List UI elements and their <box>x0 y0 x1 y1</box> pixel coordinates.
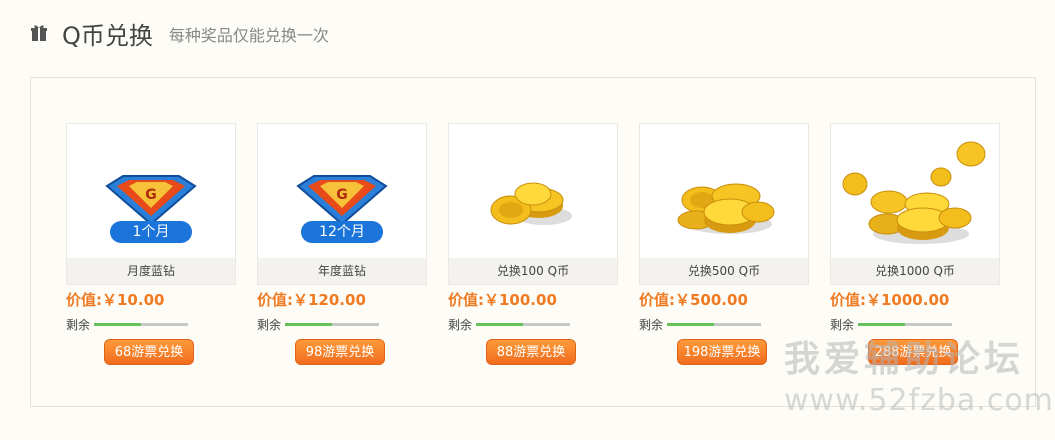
page-title: Q币兑换 <box>62 21 153 50</box>
remaining-row: 剩余 <box>66 315 236 333</box>
duration-badge: 1个月 <box>132 224 170 240</box>
remaining-label: 剩余 <box>257 317 282 332</box>
remaining-label: 剩余 <box>639 317 664 332</box>
reward-thumbnail[interactable]: G 12个月 年度蓝钻 <box>257 123 427 285</box>
remaining-progress-fill <box>285 322 333 326</box>
gift-icon <box>31 25 47 41</box>
remaining-progress <box>667 322 762 326</box>
reward-price: 价值:￥120.00 <box>257 291 366 309</box>
reward-name: 兑换500 Q币 <box>640 258 808 284</box>
reward-card: 兑换1000 Q币 价值:￥1000.00 剩余 288游票兑换 <box>830 123 1000 365</box>
remaining-progress <box>285 322 380 326</box>
reward-card: 兑换500 Q币 价值:￥500.00 剩余 198游票兑换 <box>639 123 809 365</box>
svg-text:G: G <box>145 187 157 203</box>
duration-badge: 12个月 <box>319 224 365 240</box>
reward-card: G 12个月 年度蓝钻 价值:￥120.00 剩余 98游票兑换 <box>257 123 427 365</box>
reward-name: 兑换1000 Q币 <box>831 258 999 284</box>
redeem-button[interactable]: 88游票兑换 <box>486 339 576 365</box>
remaining-row: 剩余 <box>448 315 618 333</box>
page-subtitle: 每种奖品仅能兑换一次 <box>168 26 329 45</box>
remaining-progress-fill <box>858 322 906 326</box>
remaining-progress-fill <box>667 322 715 326</box>
reward-price: 价值:￥500.00 <box>639 291 748 309</box>
watermark-title: 我爱辅助论坛 <box>784 339 1025 380</box>
reward-thumbnail[interactable]: 兑换100 Q币 <box>448 123 618 285</box>
remaining-row: 剩余 <box>257 315 427 333</box>
remaining-label: 剩余 <box>66 317 91 332</box>
watermark-url: www.52fzba.com <box>784 383 1054 418</box>
reward-price: 价值:￥100.00 <box>448 291 557 309</box>
reward-thumbnail[interactable]: 兑换500 Q币 <box>639 123 809 285</box>
remaining-progress <box>476 322 571 326</box>
remaining-progress <box>858 322 953 326</box>
remaining-progress-fill <box>94 322 142 326</box>
svg-text:G: G <box>336 187 348 203</box>
reward-card: 兑换100 Q币 价值:￥100.00 剩余 88游票兑换 <box>448 123 618 365</box>
redeem-button[interactable]: 198游票兑换 <box>677 339 767 365</box>
remaining-progress-fill <box>476 322 524 326</box>
section-header: Q币兑换 每种奖品仅能兑换一次 <box>30 16 329 50</box>
reward-thumbnail[interactable]: 兑换1000 Q币 <box>830 123 1000 285</box>
reward-name: 月度蓝钻 <box>67 258 235 284</box>
remaining-progress <box>94 322 189 326</box>
redeem-button[interactable]: 68游票兑换 <box>104 339 194 365</box>
reward-name: 兑换100 Q币 <box>449 258 617 284</box>
reward-price: 价值:￥1000.00 <box>830 291 950 309</box>
reward-thumbnail[interactable]: G 1个月 月度蓝钻 <box>66 123 236 285</box>
reward-price: 价值:￥10.00 <box>66 291 165 309</box>
remaining-label: 剩余 <box>448 317 473 332</box>
reward-card: G 1个月 月度蓝钻 价值:￥10.00 剩余 68游票兑换 <box>66 123 236 365</box>
redeem-button[interactable]: 98游票兑换 <box>295 339 385 365</box>
reward-name: 年度蓝钻 <box>258 258 426 284</box>
